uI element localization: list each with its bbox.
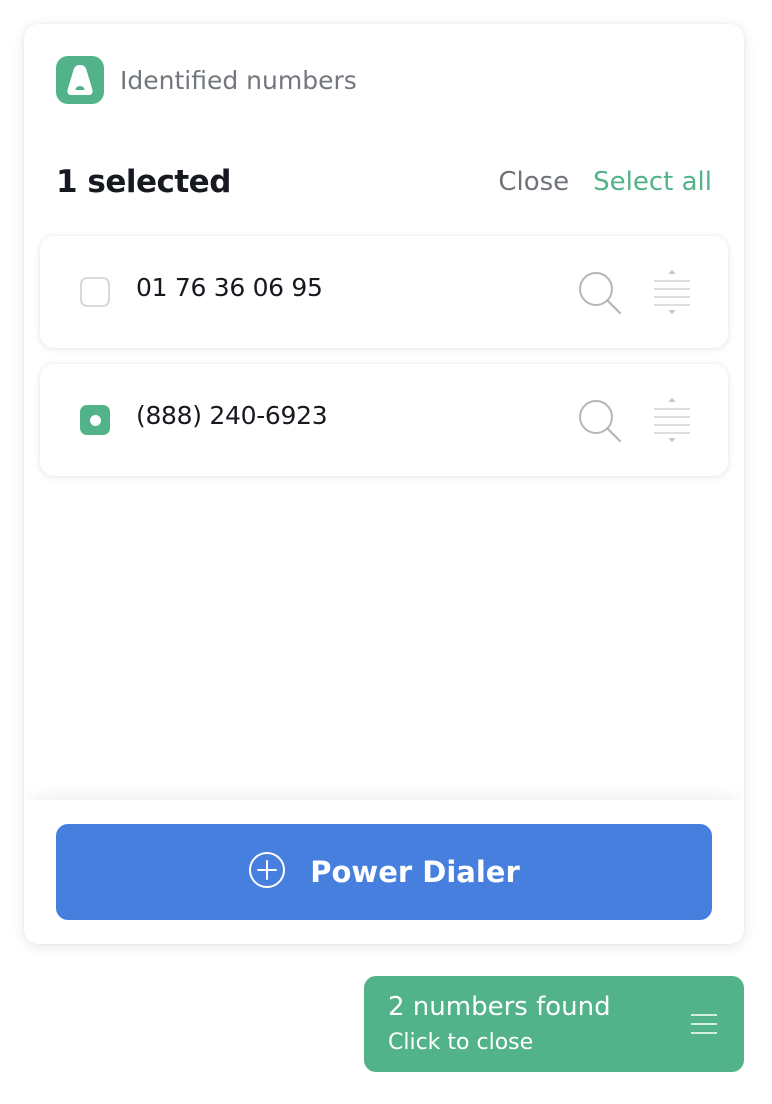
toolbar-actions: Close Select all [498,167,712,197]
panel-header: Identified numbers [56,56,357,104]
menu-icon[interactable] [690,1012,718,1036]
numbers-found-toast[interactable]: 2 numbers found Click to close [364,976,744,1072]
phone-number: (888) 240-6923 [136,401,328,430]
identified-numbers-panel: Identified numbers 1 selected Close Sele… [24,24,744,944]
selected-count: 1 selected [56,164,231,200]
plus-circle-icon [248,851,286,893]
number-card[interactable]: (888) 240-6923 [40,364,728,476]
drag-handle-icon[interactable] [650,268,694,316]
toast-subtitle: Click to close [388,1030,534,1055]
toast-title: 2 numbers found [388,992,611,1022]
selection-toolbar: 1 selected Close Select all [56,160,712,204]
search-icon[interactable] [576,270,624,316]
number-checkbox[interactable] [80,405,110,435]
phone-number: 01 76 36 06 95 [136,273,323,302]
drag-handle-icon[interactable] [650,396,694,444]
panel-footer: Power Dialer [24,800,744,944]
close-button[interactable]: Close [498,167,569,197]
select-all-button[interactable]: Select all [593,167,712,197]
panel-title: Identified numbers [120,65,357,95]
power-dialer-button[interactable]: Power Dialer [56,824,712,920]
power-dialer-label: Power Dialer [310,855,520,889]
app-logo-icon [56,56,104,104]
search-icon[interactable] [576,398,624,444]
number-checkbox[interactable] [80,277,110,307]
checked-dot-icon [89,414,101,426]
number-card[interactable]: 01 76 36 06 95 [40,236,728,348]
